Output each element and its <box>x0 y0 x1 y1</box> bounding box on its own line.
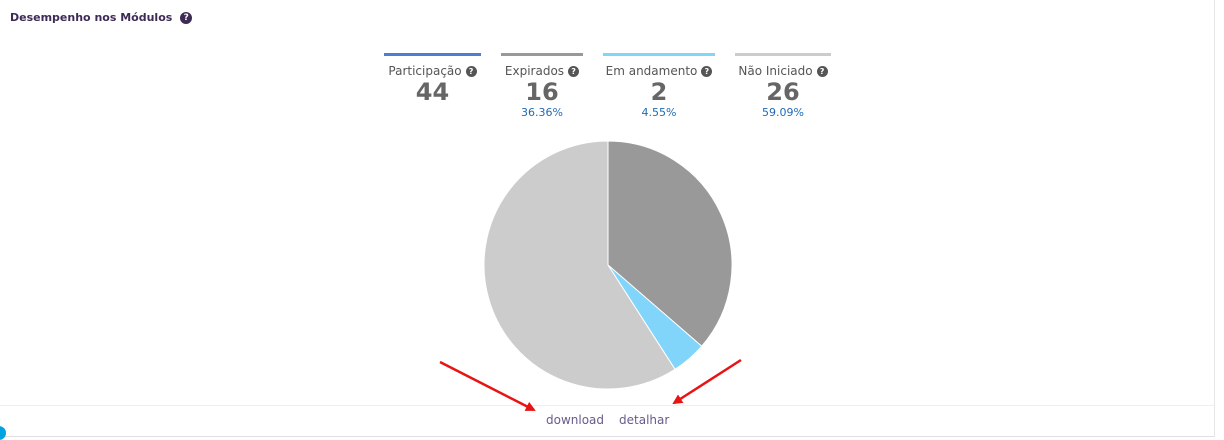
card-header: Desempenho nos Módulos ? <box>10 11 193 24</box>
stat-color-bar <box>603 53 715 56</box>
stat-color-bar <box>384 53 481 56</box>
stats-legend: Participação ? 44 Expirados ? 16 36.36% … <box>384 53 831 120</box>
card-title: Desempenho nos Módulos <box>10 11 173 24</box>
stat-label-text: Participação <box>388 64 462 78</box>
question-circle-icon[interactable]: ? <box>180 11 193 24</box>
stat-percent: 4.55% <box>641 106 677 119</box>
stat-em-andamento: Em andamento ? 2 4.55% <box>603 53 715 120</box>
stat-color-bar <box>735 53 831 56</box>
question-circle-icon[interactable]: ? <box>816 65 828 77</box>
stat-percent: 36.36% <box>521 106 563 119</box>
stat-label-text: Não Iniciado <box>738 64 813 78</box>
download-link[interactable]: download <box>546 413 604 427</box>
question-circle-icon[interactable]: ? <box>568 65 580 77</box>
stat-label-text: Em andamento <box>605 64 698 78</box>
detail-link[interactable]: detalhar <box>619 413 669 427</box>
stat-label: Em andamento ? <box>606 64 713 78</box>
stat-expirados: Expirados ? 16 36.36% <box>501 53 583 120</box>
stat-value: 16 <box>525 78 559 106</box>
stat-label-text: Expirados <box>504 64 565 78</box>
stat-participacao: Participação ? 44 <box>384 53 481 120</box>
stat-label: Expirados ? <box>504 64 580 78</box>
question-circle-icon[interactable]: ? <box>701 65 713 77</box>
stat-nao-iniciado: Não Iniciado ? 26 59.09% <box>735 53 831 120</box>
stat-color-bar <box>501 53 583 56</box>
card-footer: download detalhar <box>0 405 1214 437</box>
stat-value: 26 <box>766 78 800 106</box>
stat-value: 2 <box>650 78 668 106</box>
stat-percent: 59.09% <box>762 106 804 119</box>
question-circle-icon[interactable]: ? <box>465 65 477 77</box>
stat-label: Participação ? <box>388 64 477 78</box>
footer-links: download detalhar <box>546 413 669 427</box>
module-performance-card: Desempenho nos Módulos ? Participação ? … <box>0 0 1215 437</box>
stat-value: 44 <box>415 78 450 106</box>
stat-label: Não Iniciado ? <box>738 64 828 78</box>
pie-chart <box>484 141 732 389</box>
